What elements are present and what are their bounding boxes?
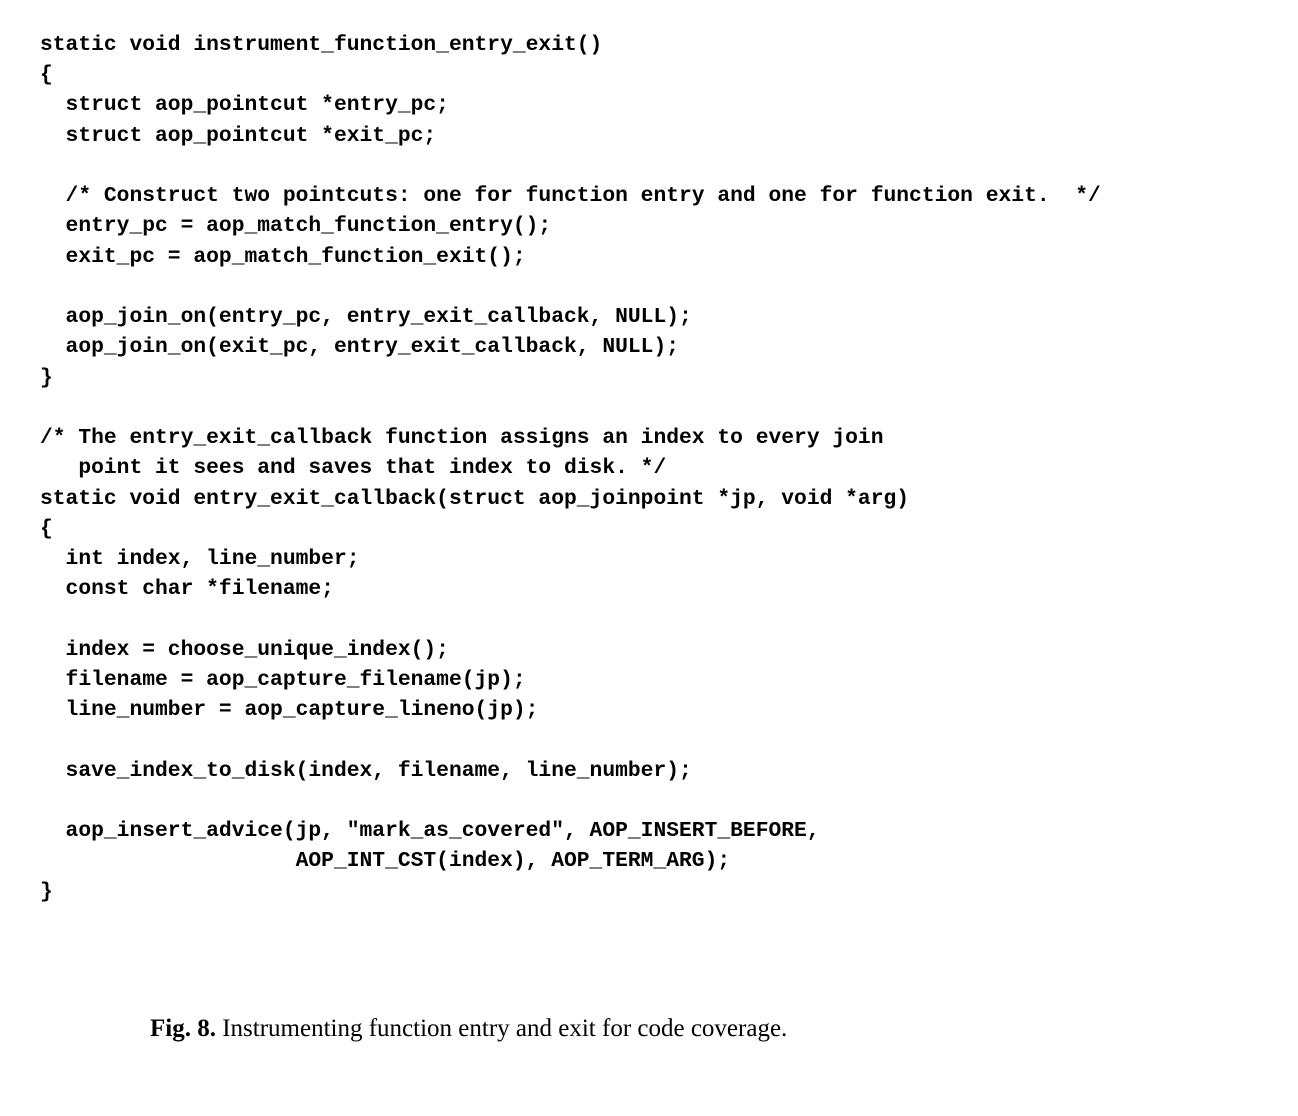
figure-label: Fig. 8.: [150, 1015, 216, 1042]
figure-caption: Fig. 8. Instrumenting function entry and…: [150, 1015, 1258, 1043]
figure-caption-text: Instrumenting function entry and exit fo…: [216, 1015, 787, 1042]
code-listing: static void instrument_function_entry_ex…: [40, 30, 1258, 907]
